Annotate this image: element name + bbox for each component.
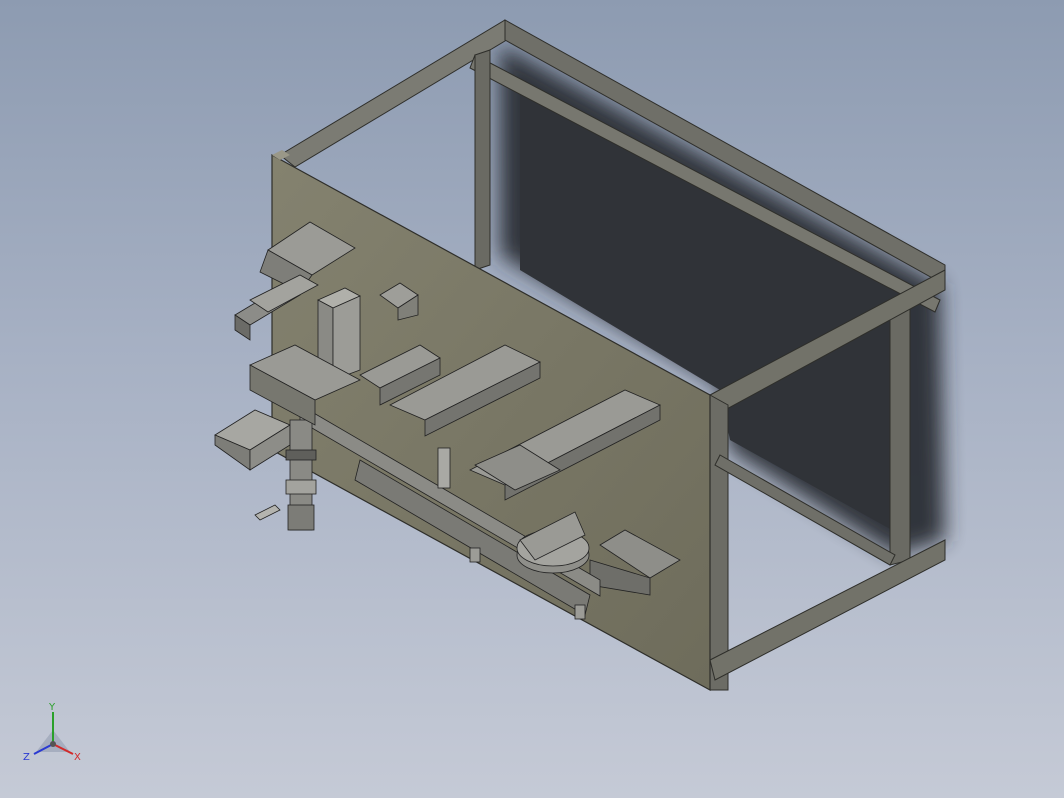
y-axis-label: Y: [48, 702, 56, 713]
z-axis-label: Z: [23, 752, 30, 763]
orientation-triad: Y X Z: [23, 702, 81, 763]
assembly-model[interactable]: [0, 0, 1064, 798]
x-axis-label: X: [74, 752, 81, 763]
cad-viewport[interactable]: Y X Z: [0, 0, 1064, 798]
